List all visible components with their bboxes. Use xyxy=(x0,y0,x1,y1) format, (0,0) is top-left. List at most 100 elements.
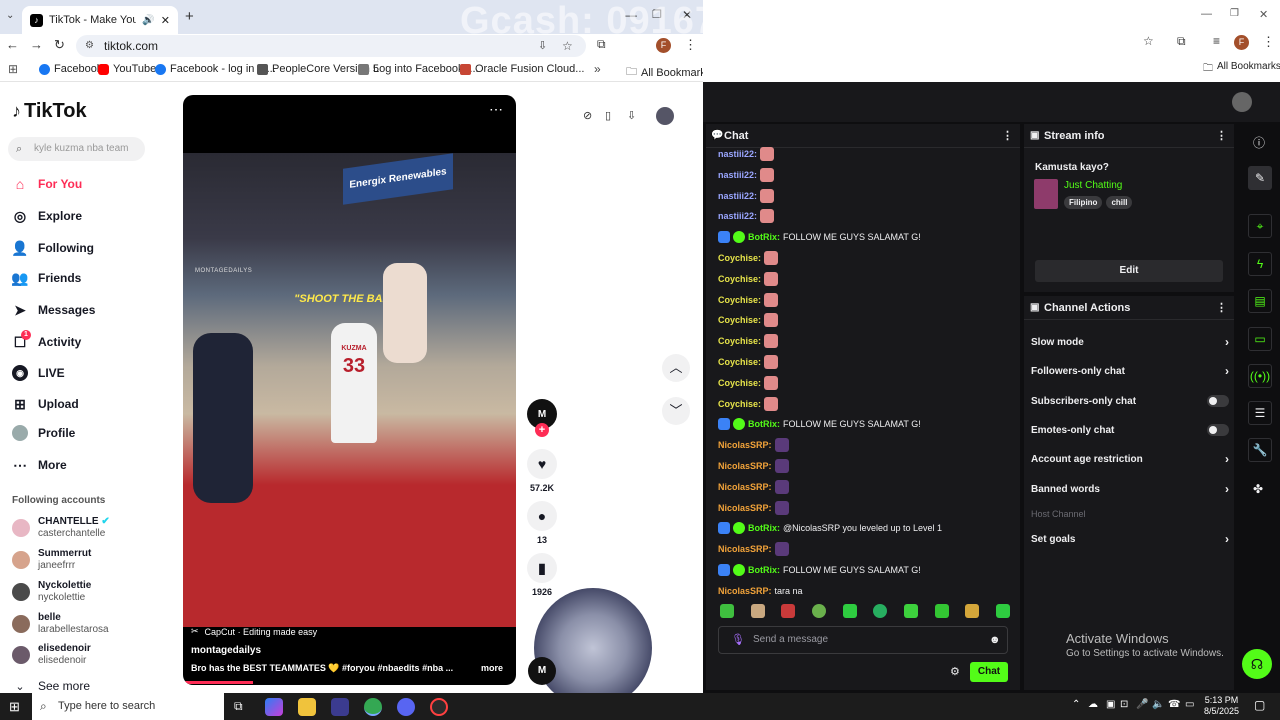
chat-username[interactable]: NicolasSRP: xyxy=(718,586,772,596)
chat-message[interactable]: Coychise: xyxy=(718,290,779,310)
back-icon[interactable]: ← xyxy=(6,37,19,52)
edit-pencil-icon[interactable]: ✎ xyxy=(1248,166,1272,190)
camera-scan-icon[interactable]: ⌖ xyxy=(1248,214,1272,238)
bookmark-youtube[interactable]: YouTube xyxy=(98,63,156,75)
nav-explore[interactable]: ◎ Explore xyxy=(12,206,82,226)
chat-message[interactable]: Coychise: xyxy=(718,269,779,289)
creator-avatar[interactable]: M + xyxy=(527,399,557,437)
emote-icon[interactable] xyxy=(842,604,857,618)
chat-username[interactable]: nastiii22: xyxy=(718,149,757,159)
emotes-only-toggle[interactable] xyxy=(1207,424,1229,436)
chat-username[interactable]: Coychise: xyxy=(718,253,761,263)
video-player[interactable]: ⋯ Energix Renewables MONTAGEDAILYS "SHOO… xyxy=(183,95,516,685)
chat-username[interactable]: Coychise: xyxy=(718,378,761,388)
chat-message[interactable]: Coychise: xyxy=(718,352,779,372)
tray-expand-icon[interactable]: ⌃ xyxy=(1072,699,1080,710)
menu-kebab-icon[interactable]: ⋮ xyxy=(1262,34,1275,50)
emote-icon[interactable] xyxy=(811,604,826,618)
see-more-button[interactable]: ⌄ See more xyxy=(12,676,90,693)
chat-message[interactable]: NicolasSRP: xyxy=(718,435,789,455)
chat-message[interactable]: Coychise: xyxy=(718,394,779,414)
streamer-avatar[interactable] xyxy=(1232,92,1252,112)
chat-username[interactable]: BotRix: xyxy=(748,232,780,242)
chat-message[interactable]: nastiii22: xyxy=(718,165,775,185)
subscribers-only-toggle[interactable] xyxy=(1207,395,1229,407)
broadcast-icon[interactable]: ((•)) xyxy=(1248,364,1272,388)
chat-message[interactable]: Coychise: xyxy=(718,310,779,330)
profile-avatar[interactable]: F xyxy=(1234,35,1249,50)
comment-button[interactable]: ● 13 xyxy=(527,501,557,545)
clipboard-icon[interactable]: ▤ xyxy=(1248,289,1272,313)
nav-profile[interactable]: Profile xyxy=(12,423,75,443)
tab-close-icon[interactable]: ✕ xyxy=(161,14,170,27)
emote-icon[interactable] xyxy=(965,604,980,618)
chat-message[interactable]: BotRix: FOLLOW ME GUYS SALAMAT G! xyxy=(718,414,921,434)
slow-mode-row[interactable]: Slow mode › xyxy=(1031,332,1229,352)
chat-username[interactable]: NicolasSRP: xyxy=(718,503,772,513)
account-item[interactable]: CHANTELLE ✔ casterchantelle xyxy=(12,513,110,543)
next-video-button[interactable]: ﹀ xyxy=(662,397,690,425)
chat-username[interactable]: BotRix: xyxy=(748,419,780,429)
battery-icon[interactable]: ▭ xyxy=(1185,699,1194,710)
taskbar-clock[interactable]: 5:13 PM 8/5/2025 xyxy=(1204,695,1239,717)
microphone-icon[interactable]: 🎙 xyxy=(731,627,745,653)
search-input[interactable]: ⌕ kyle kuzma nba team xyxy=(8,137,145,161)
lightning-icon[interactable]: ϟ xyxy=(1248,252,1272,276)
nav-following[interactable]: 👤 Following xyxy=(11,238,94,258)
chat-message[interactable]: Coychise: xyxy=(718,248,779,268)
bookmark-facebook[interactable]: Facebook xyxy=(39,63,102,75)
chat-username[interactable]: nastiii22: xyxy=(718,211,757,221)
emote-icon[interactable] xyxy=(934,604,949,618)
nav-activity[interactable]: ☐ 1 Activity xyxy=(12,330,81,352)
minimize-icon[interactable]: — xyxy=(1201,8,1212,20)
microphone-icon[interactable]: 🎤 xyxy=(1136,699,1148,710)
nav-friends[interactable]: 👥 Friends xyxy=(11,268,81,288)
nav-for-you[interactable]: ⌂ For You xyxy=(12,174,82,194)
chat-username[interactable]: NicolasSRP: xyxy=(718,461,772,471)
chat-message[interactable]: NicolasSRP: tara na xyxy=(718,581,803,601)
previous-video-button[interactable]: ︿ xyxy=(662,354,690,382)
extensions-icon[interactable]: ⧉ xyxy=(1177,34,1186,49)
tab-search-icon[interactable]: ⌄ xyxy=(6,10,14,21)
chat-username[interactable]: Coychise: xyxy=(718,295,761,305)
emote-icon[interactable] xyxy=(873,604,888,618)
emote-icon[interactable] xyxy=(903,604,918,618)
tray-app-icon[interactable]: ⊡ xyxy=(1120,699,1128,710)
stream-category[interactable]: Just Chatting xyxy=(1064,180,1122,191)
account-item[interactable]: Summerrut janeefrrr xyxy=(12,545,91,575)
tab-tiktok[interactable]: ♪ TikTok - Make Your Day 🔊 ✕ xyxy=(22,6,178,34)
network-icon[interactable]: ☎ xyxy=(1168,699,1180,710)
apps-grid-icon[interactable]: ⊞ xyxy=(8,62,18,76)
caption-more-link[interactable]: more xyxy=(481,663,503,673)
chat-send-button[interactable]: Chat xyxy=(970,662,1008,682)
nav-more[interactable]: ⋯ More xyxy=(12,455,67,475)
emote-icon[interactable] xyxy=(781,604,796,618)
capcut-tag[interactable]: ✂ CapCut · Editing made easy xyxy=(191,626,317,637)
chat-message-input[interactable]: 🎙 Send a message ☻ xyxy=(718,626,1008,654)
new-tab-icon[interactable]: + xyxy=(185,8,194,25)
chat-username[interactable]: Coychise: xyxy=(718,274,761,284)
taskbar-search-input[interactable]: ⌕ Type here to search xyxy=(32,693,224,720)
site-info-icon[interactable]: ⚙ xyxy=(85,35,94,57)
cloud-icon[interactable]: ☁ xyxy=(1088,699,1098,710)
chat-message[interactable]: NicolasSRP: xyxy=(718,498,789,518)
follow-plus-icon[interactable]: + xyxy=(535,423,549,437)
maximize-icon[interactable]: ❐ xyxy=(1230,8,1239,19)
obs-icon[interactable] xyxy=(430,698,448,716)
mini-player-icon[interactable]: ▯ xyxy=(605,109,611,122)
forward-icon[interactable]: → xyxy=(30,37,43,52)
chat-message-list[interactable]: nastiii22: nastiii22: nastiii22: nastiii22:… xyxy=(706,144,1020,604)
emote-icon[interactable] xyxy=(750,604,765,618)
followers-only-row[interactable]: Followers-only chat › xyxy=(1031,361,1229,381)
banned-words-row[interactable]: Banned words › xyxy=(1031,479,1229,499)
support-headset-icon[interactable]: ☊ xyxy=(1242,649,1272,679)
nav-live[interactable]: ◉ LIVE xyxy=(12,363,65,383)
bookmark-oracle[interactable]: Oracle Fusion Cloud... xyxy=(460,63,584,75)
chat-username[interactable]: Coychise: xyxy=(718,399,761,409)
chat-message[interactable]: Coychise: xyxy=(718,331,779,351)
video-author[interactable]: montagedailys xyxy=(191,645,261,656)
chat-username[interactable]: NicolasSRP: xyxy=(718,440,772,450)
edit-stream-button[interactable]: Edit xyxy=(1035,260,1223,282)
chat-username[interactable]: Coychise: xyxy=(718,315,761,325)
windows-start-icon[interactable]: ⊞ xyxy=(9,699,20,715)
